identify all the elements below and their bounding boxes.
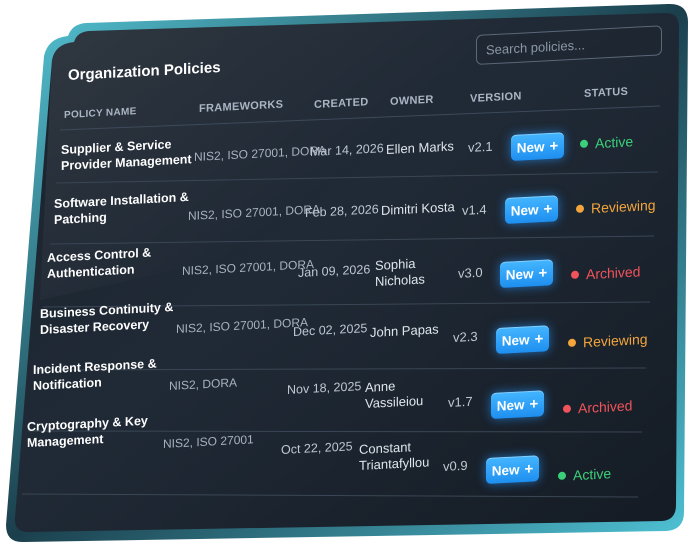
column-header-frameworks[interactable]: FRAMEWORKS (199, 99, 283, 115)
plus-icon: + (534, 330, 544, 348)
table-row-name[interactable]: Business Continuity & Disaster Recovery (40, 298, 190, 338)
owner-line: Vassileiou (365, 392, 424, 411)
new-version-button[interactable]: New + (505, 195, 558, 224)
status-label: Reviewing (591, 196, 656, 217)
status-dot-icon (580, 139, 588, 148)
table-row-name[interactable]: Access Control & Authentication (47, 243, 187, 282)
status-label: Reviewing (583, 330, 648, 351)
new-version-button[interactable]: New + (491, 390, 544, 419)
status-badge: Archived (571, 263, 640, 283)
table-cell-created: Oct 22, 2025 (281, 439, 353, 457)
new-button-label: New (510, 201, 539, 219)
table-cell-version: v3.0 (458, 264, 483, 281)
new-version-button[interactable]: New + (500, 259, 553, 288)
status-dot-icon (576, 204, 584, 213)
owner-line: Triantafyllou (359, 454, 430, 473)
owner-line: Nicholas (375, 271, 425, 289)
new-button-label: New (505, 265, 534, 283)
table-row-name[interactable]: Incident Response & Notification (33, 354, 183, 394)
status-dot-icon (563, 404, 571, 413)
table-cell-owner: Sophia Nicholas (375, 255, 425, 290)
status-dot-icon (558, 471, 566, 480)
table-cell-created: Feb 28, 2026 (305, 202, 379, 220)
owner-line: Ellen Marks (386, 138, 454, 157)
column-header-version[interactable]: VERSION (470, 90, 522, 105)
table-cell-version: v0.9 (443, 457, 468, 474)
table-cell-version: v1.7 (448, 393, 473, 410)
status-badge: Active (580, 133, 633, 152)
column-header-policy-name[interactable]: POLICY NAME (64, 106, 137, 121)
plus-icon: + (529, 395, 539, 413)
status-badge: Reviewing (568, 331, 648, 351)
status-label: Active (573, 465, 612, 484)
new-button-label: New (496, 396, 525, 414)
tablet-device: Organization Policies Search policies...… (0, 0, 696, 548)
new-button-label: New (516, 138, 545, 156)
table-cell-created: Dec 02, 2025 (293, 321, 368, 339)
status-dot-icon (571, 270, 579, 279)
column-header-status[interactable]: STATUS (584, 86, 628, 100)
status-label: Archived (586, 263, 641, 283)
new-button-label: New (501, 331, 530, 349)
new-version-button[interactable]: New + (486, 455, 539, 484)
table-cell-frameworks: NIS2, ISO 27001, DORA (188, 202, 321, 223)
table-cell-frameworks: NIS2, ISO 27001, DORA (176, 315, 309, 336)
new-version-button[interactable]: New + (496, 325, 549, 354)
table-cell-owner: Dimitri Kosta (381, 199, 455, 219)
plus-icon: + (538, 264, 548, 282)
search-placeholder: Search policies... (486, 36, 585, 57)
table-row-name[interactable]: Supplier & Service Provider Management (61, 135, 201, 174)
table-cell-owner: John Papas (370, 321, 439, 341)
table-cell-created: Jan 09, 2026 (298, 262, 371, 280)
owner-line: Dimitri Kosta (381, 199, 455, 218)
status-badge: Active (558, 465, 611, 484)
table-row-name[interactable]: Cryptography & Key Management (27, 411, 177, 451)
status-label: Archived (578, 397, 633, 417)
owner-line: John Papas (370, 321, 439, 340)
status-badge: Archived (563, 397, 632, 417)
status-badge: Reviewing (576, 197, 656, 217)
plus-icon: + (524, 460, 534, 478)
plus-icon: + (543, 200, 553, 218)
table-cell-version: v1.4 (462, 201, 487, 218)
column-header-created[interactable]: CREATED (314, 96, 368, 111)
table-cell-version: v2.3 (453, 328, 478, 345)
policies-panel: Organization Policies Search policies...… (0, 0, 696, 548)
table-cell-created: Mar 14, 2026 (310, 141, 384, 159)
table-cell-frameworks: NIS2, ISO 27001, DORA (182, 257, 315, 278)
table-cell-created: Nov 18, 2025 (287, 379, 362, 397)
plus-icon: + (549, 137, 559, 155)
table-cell-owner: Constant Triantafyllou (359, 438, 429, 474)
column-header-owner[interactable]: OWNER (390, 94, 434, 108)
search-input[interactable]: Search policies... (476, 25, 662, 66)
table-cell-version: v2.1 (468, 138, 493, 155)
stage: Organization Policies Search policies...… (0, 0, 696, 548)
new-version-button[interactable]: New + (511, 132, 564, 161)
table-cell-frameworks: NIS2, DORA (169, 375, 238, 393)
table-cell-owner: Anne Vassileiou (365, 377, 423, 412)
table-cell-frameworks: NIS2, ISO 27001, DORA (194, 143, 327, 164)
table-cell-owner: Ellen Marks (386, 138, 454, 158)
table-row-name[interactable]: Software Installation & Patching (54, 188, 204, 228)
status-dot-icon (568, 338, 576, 347)
page-title: Organization Policies (68, 59, 221, 84)
new-button-label: New (491, 461, 520, 479)
status-label: Active (595, 133, 634, 152)
